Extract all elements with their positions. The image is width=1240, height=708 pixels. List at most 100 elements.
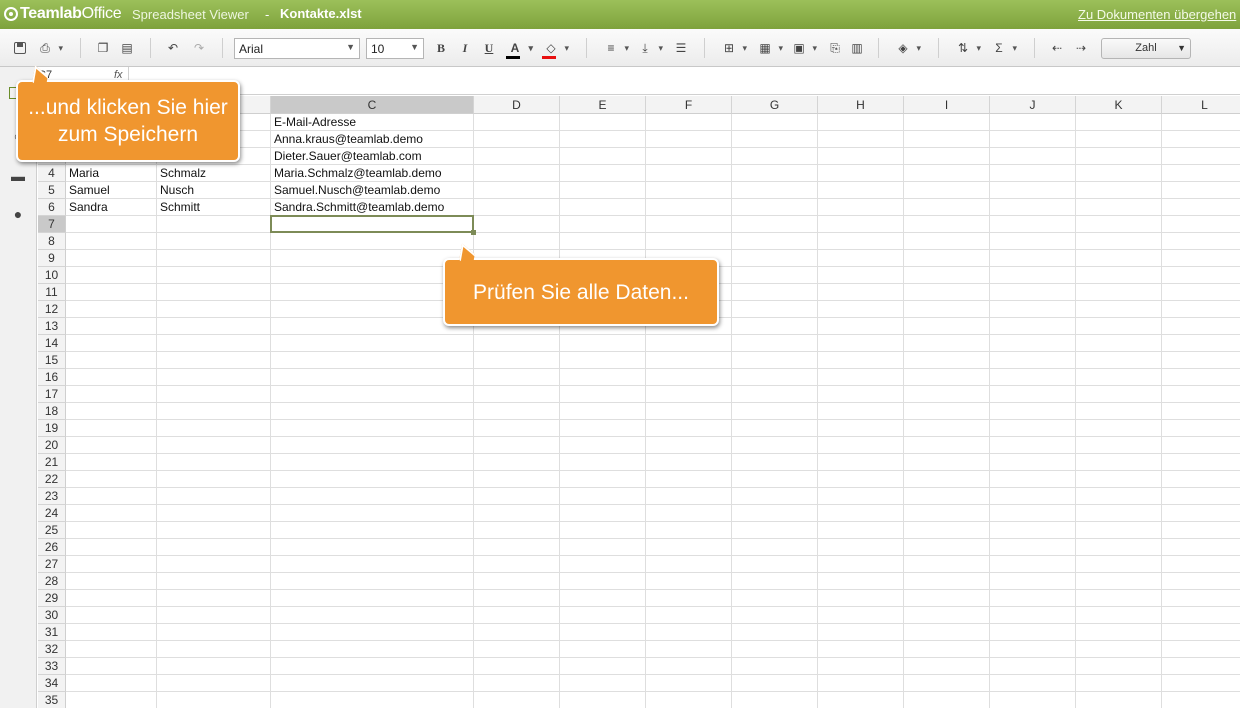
grid-line: [66, 691, 1240, 692]
grid-line: [731, 114, 732, 708]
grid-line: [66, 351, 1240, 352]
sum-function-icon[interactable]: Σ: [990, 39, 1017, 57]
align-horizontal-icon[interactable]: ≡: [602, 39, 629, 57]
row-header[interactable]: 24: [38, 505, 66, 522]
row-header[interactable]: 9: [38, 250, 66, 267]
row-header[interactable]: 10: [38, 267, 66, 284]
grid-line: [66, 521, 1240, 522]
row-header[interactable]: 35: [38, 692, 66, 708]
decrease-decimal-icon[interactable]: ⇠: [1048, 39, 1066, 57]
column-header[interactable]: K: [1076, 96, 1162, 114]
paste-icon[interactable]: ▤: [118, 39, 136, 57]
row-header[interactable]: 26: [38, 539, 66, 556]
grid-line: [66, 623, 1240, 624]
grid-line: [66, 487, 1240, 488]
row-header[interactable]: 34: [38, 675, 66, 692]
row-header[interactable]: 12: [38, 301, 66, 318]
goto-documents-link[interactable]: Zu Dokumenten übergehen: [1078, 7, 1236, 22]
chevron-down-icon: ▼: [1177, 43, 1186, 53]
row-header[interactable]: 31: [38, 624, 66, 641]
column-header[interactable]: G: [732, 96, 818, 114]
table-cell[interactable]: E-Mail-Adresse: [271, 114, 474, 131]
row-header[interactable]: 28: [38, 573, 66, 590]
font-color-button[interactable]: A: [506, 39, 533, 59]
bold-button[interactable]: B: [432, 39, 450, 57]
row-header[interactable]: 14: [38, 335, 66, 352]
row-header[interactable]: 15: [38, 352, 66, 369]
row-header[interactable]: 13: [38, 318, 66, 335]
table-cell[interactable]: Schmalz: [157, 165, 271, 182]
insert-hyperlink-icon[interactable]: ⎘: [826, 39, 844, 57]
row-header[interactable]: 18: [38, 403, 66, 420]
column-header[interactable]: L: [1162, 96, 1240, 114]
row-header[interactable]: 4: [38, 165, 66, 182]
row-header[interactable]: 27: [38, 556, 66, 573]
column-header[interactable]: J: [990, 96, 1076, 114]
row-header[interactable]: 21: [38, 454, 66, 471]
comment-icon[interactable]: ▬: [10, 169, 26, 183]
row-header[interactable]: 19: [38, 420, 66, 437]
row-header[interactable]: 5: [38, 182, 66, 199]
font-color-label: A: [510, 41, 520, 55]
row-header[interactable]: 11: [38, 284, 66, 301]
row-header[interactable]: 6: [38, 199, 66, 216]
row-header[interactable]: 8: [38, 233, 66, 250]
row-header[interactable]: 25: [38, 522, 66, 539]
borders-icon[interactable]: ⊞: [720, 39, 747, 57]
table-cell[interactable]: Maria: [66, 165, 157, 182]
row-header[interactable]: 30: [38, 607, 66, 624]
table-cell[interactable]: Dieter.Sauer@teamlab.com: [271, 148, 474, 165]
number-format-select[interactable]: Zahl ▼: [1101, 38, 1191, 59]
print-icon[interactable]: ⎙: [36, 39, 63, 57]
grid-line: [817, 114, 818, 708]
users-icon[interactable]: ●: [10, 207, 26, 221]
copy-icon[interactable]: ❐: [94, 39, 112, 57]
increase-decimal-icon[interactable]: ⇢: [1072, 39, 1090, 57]
column-header[interactable]: C: [271, 96, 474, 114]
align-vertical-icon[interactable]: ⤓: [636, 39, 663, 57]
underline-button[interactable]: U: [480, 39, 498, 57]
row-header[interactable]: 7: [38, 216, 66, 233]
table-cell[interactable]: Samuel: [66, 182, 157, 199]
table-cell[interactable]: Schmitt: [157, 199, 271, 216]
chevron-down-icon: ▼: [346, 42, 355, 52]
row-header[interactable]: 22: [38, 471, 66, 488]
table-cell[interactable]: Nusch: [157, 182, 271, 199]
active-cell-selection[interactable]: [270, 215, 476, 235]
column-header[interactable]: I: [904, 96, 990, 114]
toolbar: ⎙ ❐ ▤ ↶ ↷ Arial▼ 10▼ B I U A ◇ ≡ ⤓ ☰ ⊞ ▦…: [0, 29, 1240, 67]
save-hint-text: ...und klicken Sie hier zum Speichern: [28, 96, 228, 146]
column-header[interactable]: F: [646, 96, 732, 114]
insert-image-icon[interactable]: ▣: [790, 39, 817, 57]
column-header[interactable]: D: [474, 96, 560, 114]
undo-icon[interactable]: ↶: [164, 39, 182, 57]
save-icon[interactable]: [14, 42, 26, 54]
italic-button[interactable]: I: [456, 39, 474, 57]
table-cell[interactable]: Sandra: [66, 199, 157, 216]
insert-chart-icon[interactable]: ▥: [848, 39, 866, 57]
row-header[interactable]: 32: [38, 641, 66, 658]
row-header[interactable]: 17: [38, 386, 66, 403]
row-header[interactable]: 20: [38, 437, 66, 454]
table-cell[interactable]: Anna.kraus@teamlab.demo: [271, 131, 474, 148]
grid-line: [645, 114, 646, 708]
table-cell[interactable]: Maria.Schmalz@teamlab.demo: [271, 165, 474, 182]
table-cell[interactable]: Sandra.Schmitt@teamlab.demo: [271, 199, 474, 216]
sort-icon[interactable]: ⇅: [954, 39, 981, 57]
fill-color-button[interactable]: ◇: [542, 39, 569, 59]
clear-icon[interactable]: ◈: [894, 39, 921, 57]
column-header[interactable]: H: [818, 96, 904, 114]
table-cell[interactable]: Samuel.Nusch@teamlab.demo: [271, 182, 474, 199]
row-header[interactable]: 29: [38, 590, 66, 607]
column-header[interactable]: E: [560, 96, 646, 114]
wrap-text-icon[interactable]: ☰: [672, 39, 690, 57]
font-name-select[interactable]: Arial ▼: [234, 38, 360, 59]
teamlab-logo-icon: [4, 7, 18, 21]
redo-icon[interactable]: ↷: [190, 39, 208, 57]
font-size-select[interactable]: 10 ▼: [366, 38, 424, 59]
row-header[interactable]: 23: [38, 488, 66, 505]
merge-cells-icon[interactable]: ▦: [756, 39, 783, 57]
row-header[interactable]: 33: [38, 658, 66, 675]
row-header[interactable]: 16: [38, 369, 66, 386]
spreadsheet-grid[interactable]: ABCDEFGHIJKL1234567891011121314151617181…: [38, 96, 1240, 708]
